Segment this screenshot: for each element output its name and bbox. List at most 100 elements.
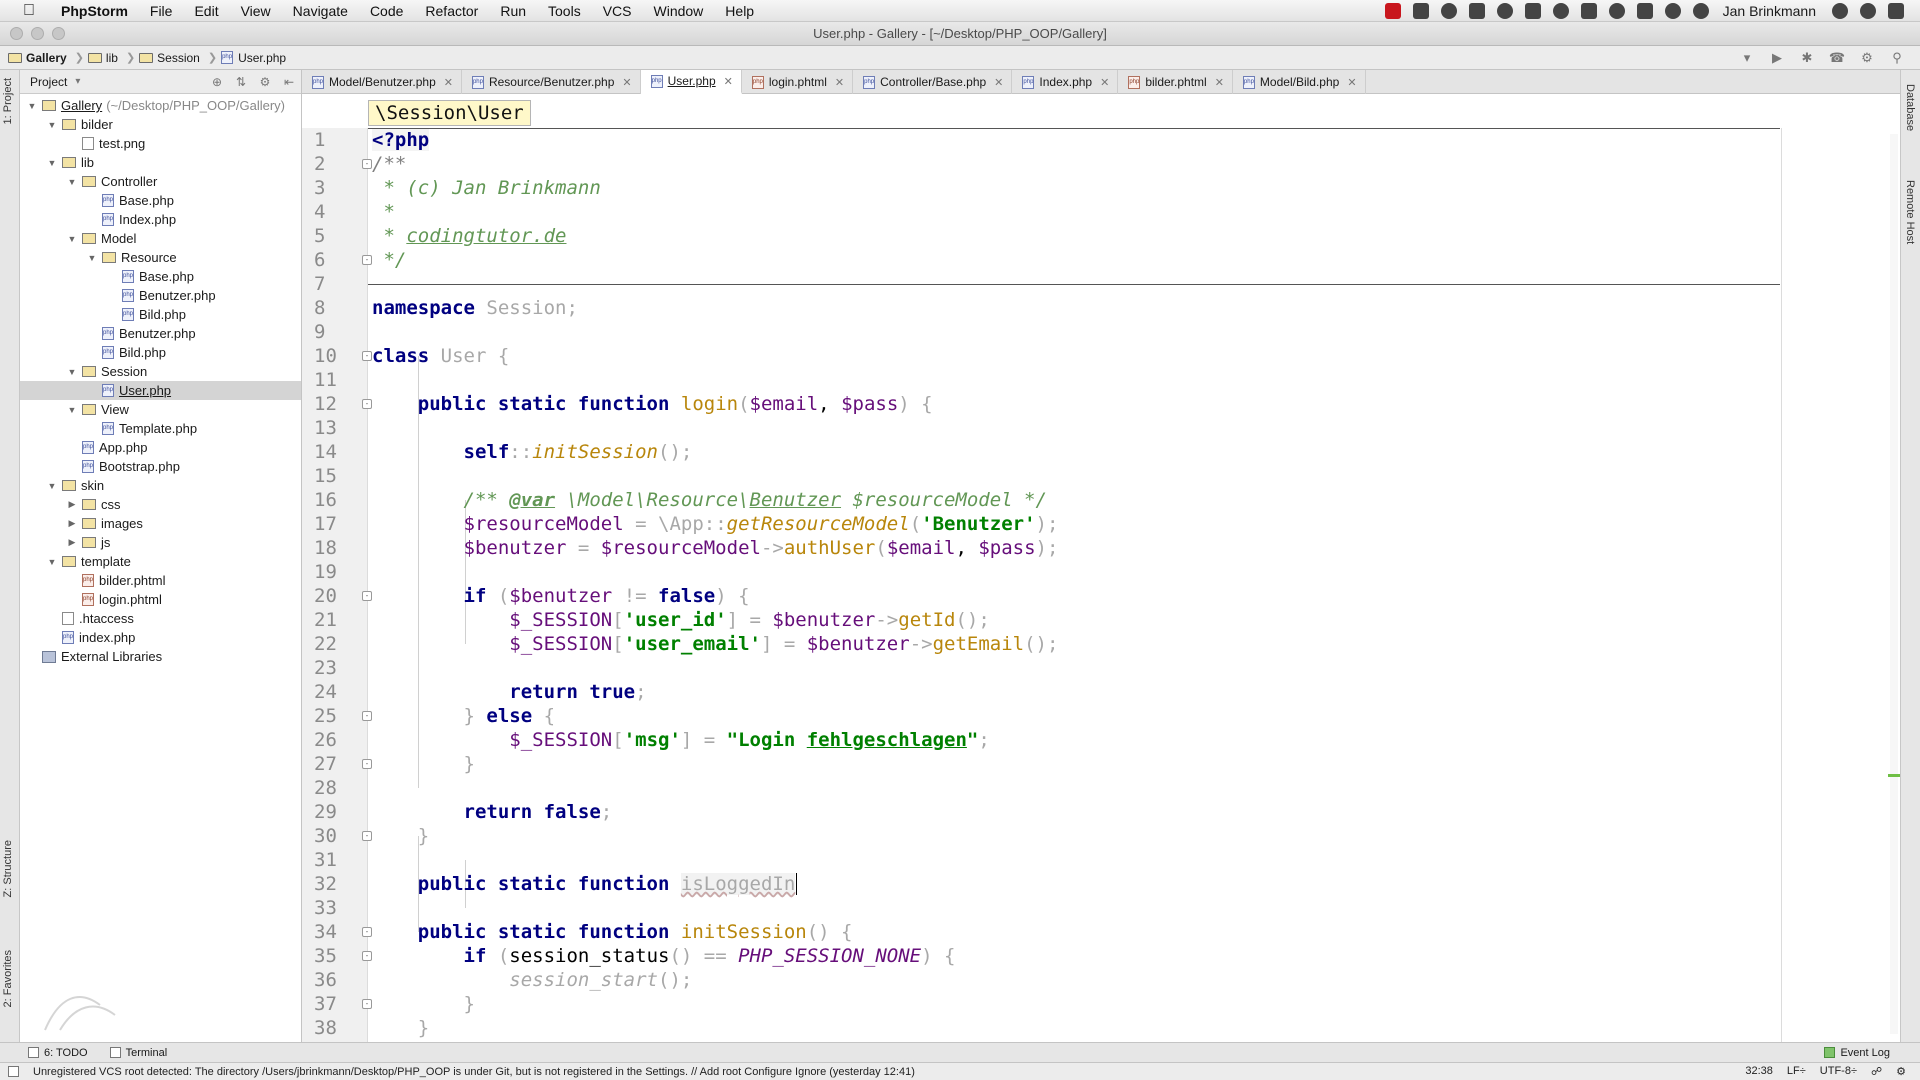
caret-position[interactable]: 32:38 <box>1745 1065 1773 1078</box>
line-number[interactable]: 23 <box>302 656 367 680</box>
menu-tools[interactable]: Tools <box>537 0 592 22</box>
code-editor[interactable]: \Session\User 1 2 3 4 5 6 7 8 9 10 11 12 13 14 15 16 17 1… <box>302 94 1900 1042</box>
code-line[interactable]: $_SESSION['user_email'] = $benutzer->get… <box>372 632 1772 656</box>
editor-tab[interactable]: php Resource/Benutzer.php ✕ <box>462 70 641 94</box>
menu-navigate[interactable]: Navigate <box>282 0 359 22</box>
debug-icon[interactable]: ✱ <box>1798 50 1816 66</box>
tree-item[interactable]: ▼ Session <box>20 362 301 381</box>
fold-marker-icon[interactable]: - <box>362 255 372 265</box>
line-number[interactable]: 37 <box>302 992 367 1016</box>
code-line[interactable] <box>372 464 1772 488</box>
database-tool-tab[interactable]: Database <box>1904 84 1916 131</box>
breadcrumb-gallery[interactable]: Gallery <box>8 51 67 65</box>
tree-item[interactable]: ▶ css <box>20 495 301 514</box>
change-marker[interactable] <box>1888 774 1900 777</box>
line-number[interactable]: 11 <box>302 368 367 392</box>
tree-item[interactable]: ▼ skin <box>20 476 301 495</box>
tree-item[interactable]: php Template.php <box>20 419 301 438</box>
fold-marker-icon[interactable]: - <box>362 399 372 409</box>
line-number[interactable]: 15 <box>302 464 367 488</box>
line-number[interactable]: 28 <box>302 776 367 800</box>
code-line[interactable] <box>372 320 1772 344</box>
tree-item[interactable]: php bilder.phtml <box>20 571 301 590</box>
code-line[interactable]: * <box>372 200 1772 224</box>
breadcrumb-lib[interactable]: lib <box>87 51 118 65</box>
line-number[interactable]: 5 <box>302 224 367 248</box>
line-number[interactable]: 9 <box>302 320 367 344</box>
line-number[interactable]: 4 <box>302 200 367 224</box>
line-number[interactable]: 20 <box>302 584 367 608</box>
scroll-from-source-icon[interactable]: ⊕ <box>209 75 225 89</box>
code-line[interactable]: if ($benutzer != false) { <box>372 584 1772 608</box>
line-number[interactable]: 10 <box>302 344 367 368</box>
menu-help[interactable]: Help <box>714 0 765 22</box>
sync-icon[interactable] <box>1440 2 1457 19</box>
close-tab-icon[interactable]: ✕ <box>1100 76 1109 89</box>
code-line[interactable]: /** @var \Model\Resource\Benutzer $resou… <box>372 488 1772 512</box>
fold-marker-icon[interactable]: - <box>362 831 372 841</box>
expanded-arrow-icon[interactable]: ▼ <box>46 158 58 168</box>
code-line[interactable]: public static function isLoggedIn <box>372 872 1772 896</box>
code-line[interactable]: public static function login($email, $pa… <box>372 392 1772 416</box>
code-line[interactable]: session_start(); <box>372 968 1772 992</box>
menu-window[interactable]: Window <box>643 0 715 22</box>
menu-file[interactable]: File <box>139 0 184 22</box>
bookmark-icon[interactable] <box>1524 2 1541 19</box>
code-line[interactable]: return false; <box>372 800 1772 824</box>
status-message[interactable]: Unregistered VCS root detected: The dire… <box>33 1066 915 1078</box>
tree-item[interactable]: External Libraries <box>20 647 301 666</box>
menu-refactor[interactable]: Refactor <box>414 0 489 22</box>
code-line[interactable]: } <box>372 1016 1772 1040</box>
code-line[interactable]: } else { <box>372 704 1772 728</box>
spotlight-icon[interactable] <box>1860 2 1876 19</box>
inspector-icon[interactable]: ⚙ <box>1896 1065 1906 1078</box>
info-icon[interactable] <box>1496 2 1513 19</box>
menu-run[interactable]: Run <box>489 0 537 22</box>
editor-tab[interactable]: php login.phtml ✕ <box>742 70 854 94</box>
time-machine-icon[interactable] <box>1692 2 1709 19</box>
fold-marker-icon[interactable]: - <box>362 159 372 169</box>
line-number[interactable]: 34 <box>302 920 367 944</box>
collapsed-arrow-icon[interactable]: ▶ <box>66 518 78 529</box>
code-line[interactable]: $benutzer = $resourceModel->authUser($em… <box>372 536 1772 560</box>
menu-code[interactable]: Code <box>359 0 414 22</box>
tree-item[interactable]: php Base.php <box>20 267 301 286</box>
settings-icon[interactable]: ⚙ <box>1858 50 1876 66</box>
tree-item[interactable]: ▼ Resource <box>20 248 301 267</box>
menubar-username[interactable]: Jan Brinkmann <box>1723 3 1816 19</box>
menu-vcs[interactable]: VCS <box>592 0 643 22</box>
tree-item[interactable]: ▼ template <box>20 552 301 571</box>
code-line[interactable] <box>372 416 1772 440</box>
line-number[interactable]: 30 <box>302 824 367 848</box>
listen-debug-icon[interactable]: ☎ <box>1828 50 1846 66</box>
code-line[interactable]: * (c) Jan Brinkmann <box>372 176 1772 200</box>
line-number[interactable]: 32 <box>302 872 367 896</box>
line-number[interactable]: 19 <box>302 560 367 584</box>
line-number[interactable]: 7 <box>302 272 367 296</box>
tree-item[interactable]: php Benutzer.php <box>20 324 301 343</box>
code-line[interactable]: $resourceModel = \App::getResourceModel(… <box>372 512 1772 536</box>
breadcrumb-session[interactable]: Session <box>139 51 200 65</box>
collapsed-arrow-icon[interactable]: ▶ <box>66 499 78 510</box>
menu-view[interactable]: View <box>230 0 282 22</box>
line-number[interactable]: 26 <box>302 728 367 752</box>
code-line[interactable]: * codingtutor.de <box>372 224 1772 248</box>
close-tab-icon[interactable]: ✕ <box>1347 76 1356 89</box>
tree-item[interactable]: ▶ js <box>20 533 301 552</box>
tree-item[interactable]: php User.php <box>20 381 301 400</box>
todo-tool-tab[interactable]: 6: TODO <box>28 1047 88 1059</box>
line-number[interactable]: 16 <box>302 488 367 512</box>
code-line[interactable]: self::initSession(); <box>372 440 1772 464</box>
tree-item[interactable]: php Benutzer.php <box>20 286 301 305</box>
line-number[interactable]: 8 <box>302 296 367 320</box>
line-number[interactable]: 27 <box>302 752 367 776</box>
line-number[interactable]: 3 <box>302 176 367 200</box>
tree-item[interactable]: php Bootstrap.php <box>20 457 301 476</box>
run-icon[interactable]: ▶ <box>1768 50 1786 66</box>
close-tab-icon[interactable]: ✕ <box>835 76 844 89</box>
editor-tab[interactable]: php Model/Bild.php ✕ <box>1233 70 1366 94</box>
line-separator-selector[interactable]: LF÷ <box>1787 1065 1806 1078</box>
tree-item[interactable]: ▼ bilder <box>20 115 301 134</box>
code-line[interactable]: */ <box>372 248 1772 272</box>
line-number[interactable]: 36 <box>302 968 367 992</box>
